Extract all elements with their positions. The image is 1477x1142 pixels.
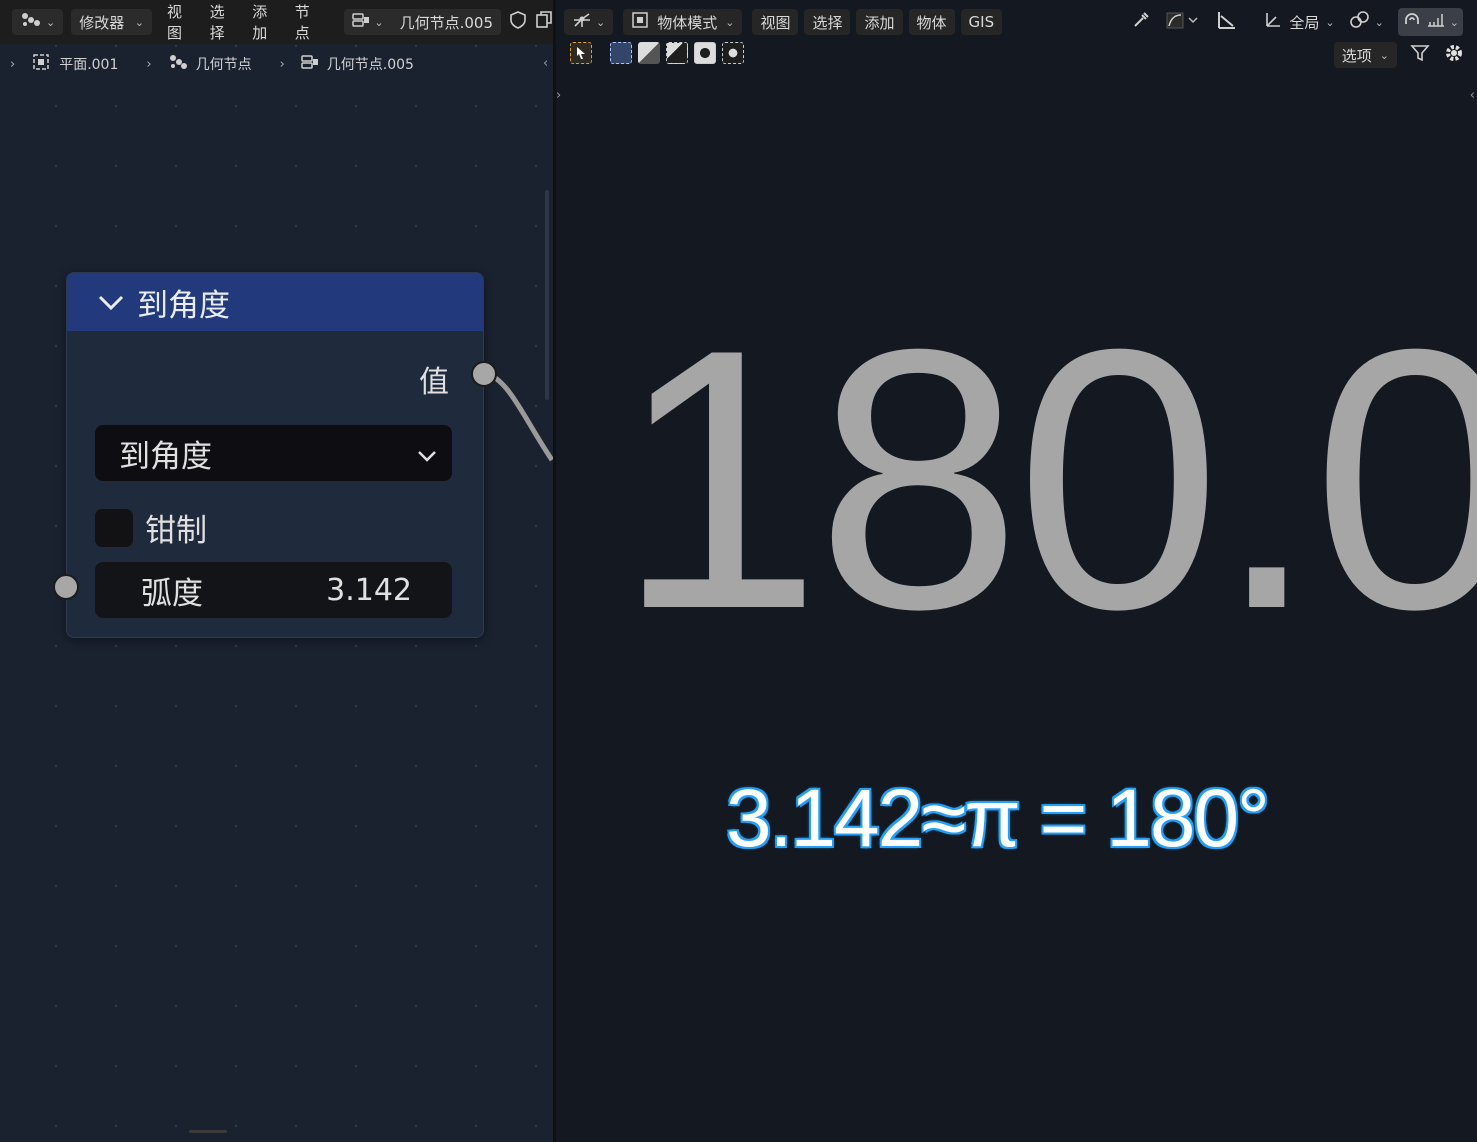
result-text-object: 180.0 — [616, 273, 1477, 686]
menu-add[interactable]: 添加 — [245, 3, 288, 42]
select-new-icon[interactable] — [610, 42, 632, 64]
chevron-down-icon: ⌄ — [1449, 15, 1459, 29]
node-group-icon — [301, 54, 319, 74]
select-intersect-icon[interactable] — [722, 42, 744, 64]
chevron-down-icon: ⌄ — [725, 15, 735, 29]
magnet-icon — [1402, 10, 1422, 34]
output-label: 值 — [419, 365, 449, 400]
dropdown-value: 到角度 — [119, 438, 212, 475]
resize-handle[interactable] — [189, 1130, 227, 1133]
pivot-select[interactable]: ⌄ — [1349, 10, 1384, 34]
breadcrumb-label: 几何节点.005 — [326, 57, 414, 73]
eyedropper-icon[interactable] — [1131, 10, 1151, 34]
geometry-nodes-icon — [168, 53, 188, 75]
chevron-down-icon: ⌄ — [46, 15, 56, 29]
breadcrumb-modifier[interactable]: 几何节点 — [168, 53, 252, 75]
sidebar-toggle-icon[interactable]: ‹ — [1470, 88, 1475, 103]
editor-type-button[interactable]: ⌄ — [564, 9, 614, 35]
clamp-checkbox[interactable] — [95, 508, 133, 547]
fake-user-shield-icon[interactable] — [509, 10, 527, 34]
input-socket[interactable] — [53, 574, 79, 600]
selection-mode-toolbar — [570, 42, 744, 64]
chevron-down-icon: ⌄ — [596, 15, 606, 29]
node-group-name: 几何节点.005 — [399, 13, 493, 32]
falloff-curve-icon[interactable] — [1165, 10, 1201, 34]
menu-view[interactable]: 视图 — [752, 9, 799, 35]
snap-increment-icon — [1426, 10, 1446, 34]
mode-label: 修改器 — [79, 13, 125, 32]
options-label: 选项 — [1341, 46, 1372, 65]
clamp-label: 钳制 — [145, 513, 207, 549]
breadcrumb-node-group[interactable]: 几何节点.005 — [301, 54, 414, 74]
chevron-down-icon: ⌄ — [1374, 15, 1384, 29]
field-label: 弧度 — [141, 575, 203, 612]
transform-orientation-select[interactable]: 全局 ⌄ — [1263, 10, 1335, 34]
menu-gis[interactable]: GIS — [960, 9, 1003, 35]
node-group-icon — [352, 12, 370, 32]
object-mode-icon — [631, 11, 649, 33]
select-invert-icon[interactable] — [694, 42, 716, 64]
node-editor-panel: ⌄ 修改器 ⌄ 视图 选择 添加 节点 ⌄ 几何节点.005 › 平面.001 … — [0, 0, 553, 1142]
menu-select[interactable]: 选择 — [804, 9, 851, 35]
chevron-right-icon: › — [146, 56, 152, 72]
node-header[interactable]: 到角度 — [67, 273, 483, 331]
chevron-down-icon: ⌄ — [134, 15, 144, 29]
node-tree-icon — [20, 11, 42, 33]
clamp-row[interactable]: 钳制 — [95, 505, 207, 550]
to-degrees-node[interactable]: 到角度 值 到角度 钳制 弧度 3.142 — [53, 272, 497, 638]
node-group-selector[interactable]: ⌄ 几何节点.005 — [344, 9, 501, 35]
chevron-down-icon: ⌄ — [1379, 48, 1389, 62]
output-socket[interactable] — [471, 361, 497, 387]
menu-view[interactable]: 视图 — [160, 3, 203, 42]
viewport-icon — [572, 11, 592, 33]
chevron-down-icon: ⌄ — [1325, 15, 1335, 29]
chevron-right-icon: › — [10, 56, 16, 72]
3d-viewport[interactable]: ⌄ 物体模式 ⌄ 视图 选择 添加 物体 GIS 全局 ⌄ ⌄ ⌄ 选项 ⌄ ›… — [556, 0, 1477, 1142]
breadcrumb: › 平面.001 › 几何节点 › 几何节点.005 — [0, 50, 553, 78]
operation-dropdown[interactable]: 到角度 — [95, 425, 452, 481]
object-mode-select[interactable]: 物体模式 ⌄ — [623, 9, 743, 35]
object-icon — [31, 52, 51, 76]
breadcrumb-label: 平面.001 — [59, 57, 119, 73]
menu-select[interactable]: 选择 — [203, 3, 246, 42]
mode-label: 物体模式 — [657, 13, 718, 32]
chevron-down-icon: ⌄ — [374, 15, 384, 29]
collapse-chevron-icon[interactable] — [97, 284, 125, 320]
editor-type-button[interactable]: ⌄ — [12, 9, 64, 35]
link-icon — [1349, 10, 1371, 34]
options-dropdown[interactable]: 选项 ⌄ — [1333, 42, 1397, 68]
node-editor-header: ⌄ 修改器 ⌄ 视图 选择 添加 节点 ⌄ 几何节点.005 — [0, 0, 553, 44]
radians-field[interactable]: 弧度 3.142 — [95, 562, 452, 618]
transform-axes-icon — [1263, 10, 1283, 34]
duplicate-icon[interactable] — [535, 10, 553, 34]
transform-label: 全局 — [1289, 13, 1320, 32]
viewport-header-tools: 全局 ⌄ ⌄ ⌄ — [1131, 8, 1463, 36]
mode-select[interactable]: 修改器 ⌄ — [71, 9, 152, 35]
filter-icon[interactable] — [1409, 42, 1431, 68]
select-tweak-icon[interactable] — [570, 42, 592, 64]
toolbar-toggle-icon[interactable]: › — [556, 88, 561, 103]
breadcrumb-label: 几何节点 — [195, 57, 252, 73]
sidebar-toggle-icon[interactable]: ‹ — [543, 56, 548, 71]
menu-node[interactable]: 节点 — [288, 3, 331, 42]
menu-object[interactable]: 物体 — [908, 9, 955, 35]
formula-caption: 3.142≈π = 180° — [726, 773, 1270, 864]
select-extend-icon[interactable] — [638, 42, 660, 64]
breadcrumb-object[interactable]: 平面.001 — [31, 52, 118, 76]
node-title: 到角度 — [137, 287, 230, 324]
chevron-right-icon: › — [279, 56, 285, 72]
snapping-toggle[interactable]: ⌄ — [1397, 8, 1463, 36]
gear-icon[interactable] — [1443, 42, 1465, 68]
select-subtract-icon[interactable] — [666, 42, 688, 64]
chevron-down-icon — [416, 435, 438, 471]
menu-add[interactable]: 添加 — [856, 9, 903, 35]
field-value: 3.142 — [326, 572, 412, 608]
gizmo-icon[interactable] — [1215, 10, 1239, 34]
options-row: 选项 ⌄ — [1333, 42, 1465, 68]
